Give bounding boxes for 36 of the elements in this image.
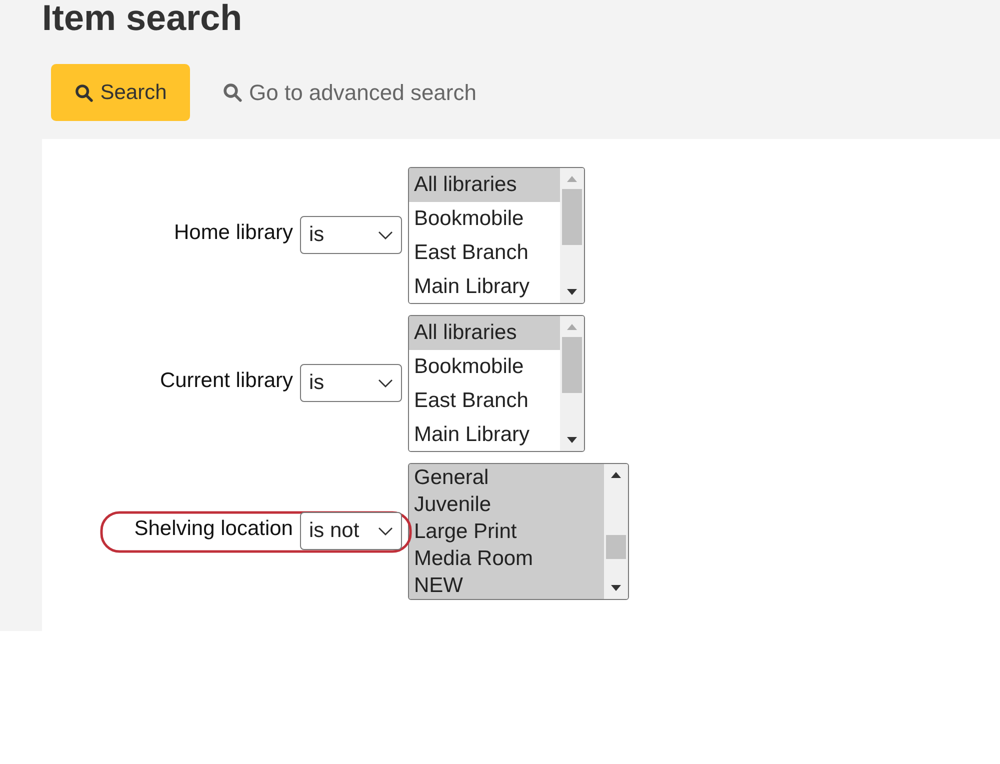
- chevron-down-icon: [378, 526, 393, 536]
- chevron-down-icon: [378, 378, 393, 388]
- page-title: Item search: [41, 0, 244, 38]
- search-icon: [74, 82, 94, 102]
- list-option[interactable]: Media Room: [409, 545, 604, 572]
- list-option[interactable]: Juvenile: [409, 491, 604, 518]
- operator-select[interactable]: is: [300, 364, 402, 402]
- field-label: Current library: [158, 368, 294, 394]
- scroll-down-icon: [567, 289, 577, 295]
- scroll-up-icon: [567, 324, 577, 330]
- scrollbar[interactable]: [560, 168, 584, 303]
- options-listbox[interactable]: All libraries Bookmobile East Branch Main Library: [408, 315, 585, 452]
- scroll-thumb[interactable]: [562, 189, 582, 245]
- chevron-down-icon: [378, 230, 393, 240]
- operator-select[interactable]: is: [300, 216, 402, 254]
- list-option[interactable]: All libraries: [409, 316, 560, 350]
- list-option[interactable]: NEW: [409, 572, 604, 599]
- scroll-thumb[interactable]: [562, 337, 582, 393]
- scroll-down-icon: [611, 585, 621, 591]
- options-listbox[interactable]: All libraries Bookmobile East Branch Main Library: [408, 167, 585, 304]
- scrollbar[interactable]: [604, 464, 628, 599]
- search-button[interactable]: Search: [51, 64, 190, 121]
- operator-select[interactable]: is not: [300, 512, 402, 550]
- scroll-up-icon: [567, 176, 577, 182]
- list-option[interactable]: All libraries: [409, 168, 560, 202]
- field-label: Home library: [172, 220, 294, 246]
- scroll-up-icon: [611, 472, 621, 478]
- list-option[interactable]: Large Print: [409, 518, 604, 545]
- scrollbar[interactable]: [560, 316, 584, 451]
- search-icon: [222, 82, 243, 103]
- scroll-down-icon: [567, 437, 577, 443]
- options-listbox[interactable]: General Juvenile Large Print Media Room NEW: [408, 463, 629, 600]
- scroll-thumb[interactable]: [606, 535, 626, 559]
- advanced-search-link[interactable]: Go to advanced search: [222, 76, 476, 109]
- list-option[interactable]: General: [409, 464, 604, 491]
- field-label: Shelving location: [133, 516, 294, 542]
